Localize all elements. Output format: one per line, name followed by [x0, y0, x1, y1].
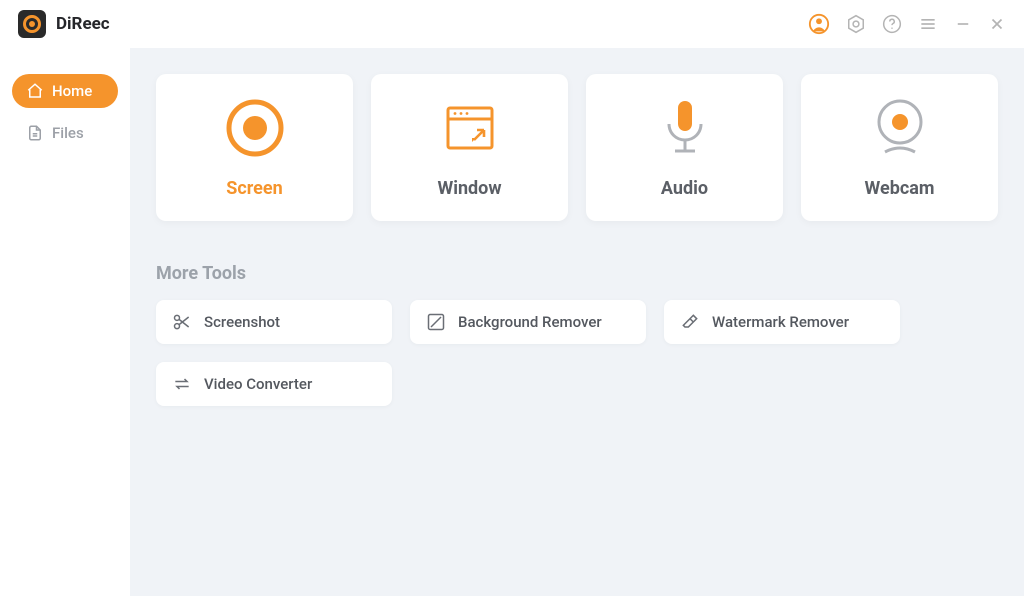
- mode-label: Screen: [226, 178, 282, 199]
- more-tools-title: More Tools: [156, 263, 998, 284]
- tool-video-converter[interactable]: Video Converter: [156, 362, 392, 406]
- titlebar: DiReec: [0, 0, 1024, 48]
- sidebar: Home Files: [0, 48, 130, 596]
- tools-grid: Screenshot Background Remover: [156, 300, 998, 406]
- account-icon[interactable]: [808, 13, 830, 35]
- window-icon: [442, 92, 498, 164]
- webcam-icon: [871, 92, 929, 164]
- sidebar-item-files[interactable]: Files: [12, 116, 118, 150]
- bg-remove-icon: [426, 312, 446, 332]
- mic-icon: [657, 92, 713, 164]
- mode-label: Window: [437, 178, 501, 199]
- titlebar-left: DiReec: [18, 10, 110, 38]
- sidebar-item-label: Files: [52, 124, 84, 142]
- tool-label: Screenshot: [204, 313, 280, 331]
- file-icon: [26, 124, 44, 142]
- home-icon: [26, 82, 44, 100]
- scissors-icon: [172, 312, 192, 332]
- tool-label: Background Remover: [458, 313, 602, 331]
- tool-background-remover[interactable]: Background Remover: [410, 300, 646, 344]
- titlebar-right: [808, 13, 1006, 35]
- close-icon[interactable]: [988, 15, 1006, 33]
- menu-icon[interactable]: [918, 14, 938, 34]
- tool-label: Video Converter: [204, 375, 312, 393]
- help-icon[interactable]: [882, 14, 902, 34]
- record-icon: [223, 92, 287, 164]
- mode-card-window[interactable]: Window: [371, 74, 568, 221]
- convert-icon: [172, 374, 192, 394]
- main-content: Screen Window: [130, 48, 1024, 596]
- mode-label: Audio: [661, 178, 708, 199]
- tool-screenshot[interactable]: Screenshot: [156, 300, 392, 344]
- mode-card-screen[interactable]: Screen: [156, 74, 353, 221]
- mode-row: Screen Window: [156, 74, 998, 221]
- settings-icon[interactable]: [846, 14, 866, 34]
- minimize-icon[interactable]: [954, 15, 972, 33]
- mode-label: Webcam: [865, 178, 935, 199]
- app-logo: [18, 10, 46, 38]
- mode-card-webcam[interactable]: Webcam: [801, 74, 998, 221]
- sidebar-item-home[interactable]: Home: [12, 74, 118, 108]
- mode-card-audio[interactable]: Audio: [586, 74, 783, 221]
- tool-watermark-remover[interactable]: Watermark Remover: [664, 300, 900, 344]
- sidebar-item-label: Home: [52, 82, 92, 100]
- eraser-icon: [680, 312, 700, 332]
- app-name: DiReec: [56, 14, 110, 34]
- tool-label: Watermark Remover: [712, 313, 849, 331]
